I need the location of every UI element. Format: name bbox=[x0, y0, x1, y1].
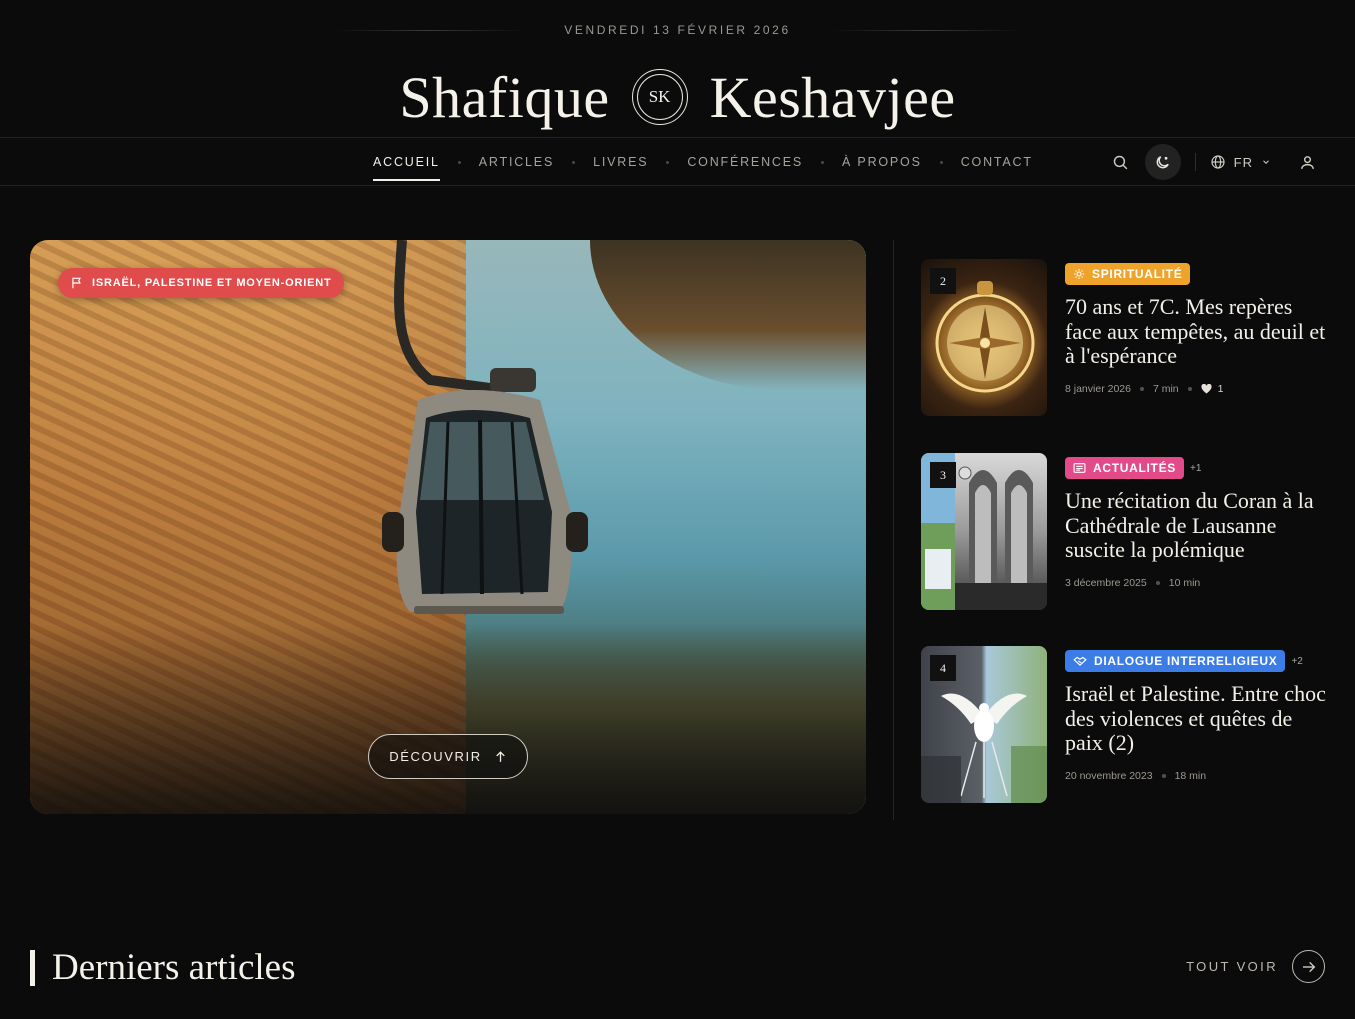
language-code: FR bbox=[1233, 154, 1253, 170]
account-button[interactable] bbox=[1289, 144, 1325, 180]
nav-item-accueil[interactable]: ACCUEIL bbox=[373, 138, 440, 186]
like-number: 1 bbox=[1217, 382, 1224, 395]
section-title: Derniers articles bbox=[52, 947, 296, 988]
nav-item-a-propos[interactable]: À PROPOS bbox=[842, 138, 922, 186]
search-button[interactable] bbox=[1103, 144, 1139, 180]
article-title[interactable]: Une récitation du Coran à la Cathédrale … bbox=[1065, 488, 1331, 563]
article-number: 2 bbox=[930, 268, 956, 294]
article-meta: 20 novembre 2023 18 min bbox=[1065, 770, 1331, 782]
arrow-right-icon bbox=[1302, 961, 1315, 972]
column-divider bbox=[893, 240, 894, 820]
tag-row: SPIRITUALITÉ bbox=[1065, 263, 1331, 285]
extra-tags-count[interactable]: +2 bbox=[1291, 656, 1302, 667]
article-body: DIALOGUE INTERRELIGIEUX +2 Israël et Pal… bbox=[1065, 650, 1331, 782]
read-time: 7 min bbox=[1152, 382, 1179, 395]
article-number: 3 bbox=[930, 462, 956, 488]
hero-category-badge[interactable]: ISRAËL, PALESTINE ET MOYEN-ORIENT bbox=[58, 268, 344, 298]
category-tag[interactable]: SPIRITUALITÉ bbox=[1065, 263, 1191, 285]
globe-icon bbox=[1211, 155, 1225, 169]
monogram-text: SK bbox=[636, 74, 683, 120]
meta-separator bbox=[1155, 580, 1160, 585]
article-date: 20 novembre 2023 bbox=[1065, 769, 1153, 782]
article-thumbnail: 2 bbox=[921, 259, 1047, 416]
nav-links: ACCUEIL ARTICLES LIVRES CONFÉRENCES À PR… bbox=[373, 138, 1033, 186]
chevron-down-icon bbox=[1263, 160, 1269, 164]
language-selector[interactable]: FR bbox=[1210, 154, 1271, 170]
read-time: 18 min bbox=[1174, 769, 1207, 782]
divider bbox=[830, 29, 1021, 31]
nav-item-livres[interactable]: LIVRES bbox=[593, 138, 648, 186]
article-number: 4 bbox=[930, 655, 956, 681]
main-navigation: ACCUEIL ARTICLES LIVRES CONFÉRENCES À PR… bbox=[0, 137, 1355, 186]
theme-toggle-icon bbox=[1156, 155, 1169, 168]
featured-article[interactable]: ISRAËL, PALESTINE ET MOYEN-ORIENT DÉCOUV… bbox=[30, 240, 866, 814]
category-tag[interactable]: DIALOGUE INTERRELIGIEUX bbox=[1065, 650, 1286, 672]
discover-button[interactable]: DÉCOUVRIR bbox=[368, 734, 528, 779]
category-label: ACTUALITÉS bbox=[1093, 461, 1176, 475]
monogram-badge: SK bbox=[631, 69, 688, 125]
article-meta: 8 janvier 2026 7 min 1 bbox=[1065, 383, 1331, 395]
like-count: 1 bbox=[1201, 383, 1224, 395]
article-thumbnail: 3 bbox=[921, 453, 1047, 610]
article-body: SPIRITUALITÉ 70 ans et 7C. Mes repères f… bbox=[1065, 263, 1331, 395]
see-all-label: TOUT VOIR bbox=[1186, 959, 1278, 974]
nav-separator bbox=[666, 160, 670, 164]
arrow-right-button[interactable] bbox=[1292, 950, 1325, 983]
discover-label: DÉCOUVRIR bbox=[389, 749, 482, 764]
cable-car-illustration bbox=[382, 240, 588, 614]
tag-row: ACTUALITÉS +1 bbox=[1065, 457, 1331, 479]
section-accent-bar bbox=[30, 950, 35, 986]
article-date: 3 décembre 2025 bbox=[1065, 576, 1147, 589]
article-meta: 3 décembre 2025 10 min bbox=[1065, 577, 1331, 589]
nav-item-articles[interactable]: ARTICLES bbox=[479, 138, 554, 186]
extra-tags-count[interactable]: +1 bbox=[1190, 463, 1201, 474]
article-thumbnail: 4 bbox=[921, 646, 1047, 803]
side-article[interactable]: 2 SPIRITUALITÉ 70 ans et 7C. Mes repères… bbox=[921, 259, 1331, 417]
category-label: SPIRITUALITÉ bbox=[1092, 267, 1183, 281]
brand-last-name: Keshavjee bbox=[709, 64, 956, 130]
date-bar: VENDREDI 13 FÉVRIER 2026 bbox=[0, 20, 1355, 40]
hero-gradient-overlay bbox=[30, 624, 866, 814]
newspaper-icon bbox=[1073, 463, 1086, 473]
sun-icon bbox=[1074, 269, 1084, 279]
nav-separator bbox=[457, 160, 461, 164]
flag-icon bbox=[72, 277, 81, 289]
nav-separator bbox=[821, 160, 825, 164]
category-label: DIALOGUE INTERRELIGIEUX bbox=[1094, 654, 1278, 668]
meta-separator bbox=[1187, 386, 1192, 391]
divider bbox=[334, 29, 525, 31]
meta-separator bbox=[1139, 386, 1144, 391]
heart-icon bbox=[1201, 383, 1212, 394]
site-logo[interactable]: Shafique SK Keshavjee bbox=[0, 64, 1355, 130]
meta-separator bbox=[1161, 773, 1166, 778]
search-icon bbox=[1113, 155, 1128, 169]
handshake-icon bbox=[1073, 656, 1087, 666]
category-tag[interactable]: ACTUALITÉS bbox=[1065, 457, 1184, 479]
latest-articles-header: Derniers articles TOUT VOIR bbox=[30, 947, 1325, 988]
nav-item-conferences[interactable]: CONFÉRENCES bbox=[687, 138, 803, 186]
article-body: ACTUALITÉS +1 Une récitation du Coran à … bbox=[1065, 457, 1331, 589]
article-title[interactable]: 70 ans et 7C. Mes repères face aux tempê… bbox=[1065, 294, 1331, 369]
article-date: 8 janvier 2026 bbox=[1065, 382, 1131, 395]
arrow-up-icon bbox=[495, 750, 505, 762]
user-icon bbox=[1300, 155, 1314, 169]
nav-item-contact[interactable]: CONTACT bbox=[961, 138, 1033, 186]
side-article[interactable]: 3 ACTUALITÉS +1 Une récitation du Coran … bbox=[921, 453, 1331, 611]
theme-toggle-button[interactable] bbox=[1144, 144, 1181, 180]
read-time: 10 min bbox=[1168, 576, 1201, 589]
hero-category-label: ISRAËL, PALESTINE ET MOYEN-ORIENT bbox=[92, 277, 332, 289]
side-article[interactable]: 4 DIALOGUE INTERRELIGIEUX +2 Israël et P… bbox=[921, 646, 1331, 804]
see-all-link[interactable]: TOUT VOIR bbox=[1186, 950, 1325, 983]
current-date: VENDREDI 13 FÉVRIER 2026 bbox=[564, 23, 791, 37]
brand-first-name: Shafique bbox=[399, 64, 610, 130]
nav-tools: FR bbox=[1103, 138, 1325, 186]
tools-divider bbox=[1194, 153, 1196, 171]
nav-separator bbox=[939, 160, 943, 164]
tag-row: DIALOGUE INTERRELIGIEUX +2 bbox=[1065, 650, 1331, 672]
nav-separator bbox=[572, 160, 576, 164]
article-title[interactable]: Israël et Palestine. Entre choc des viol… bbox=[1065, 681, 1331, 756]
